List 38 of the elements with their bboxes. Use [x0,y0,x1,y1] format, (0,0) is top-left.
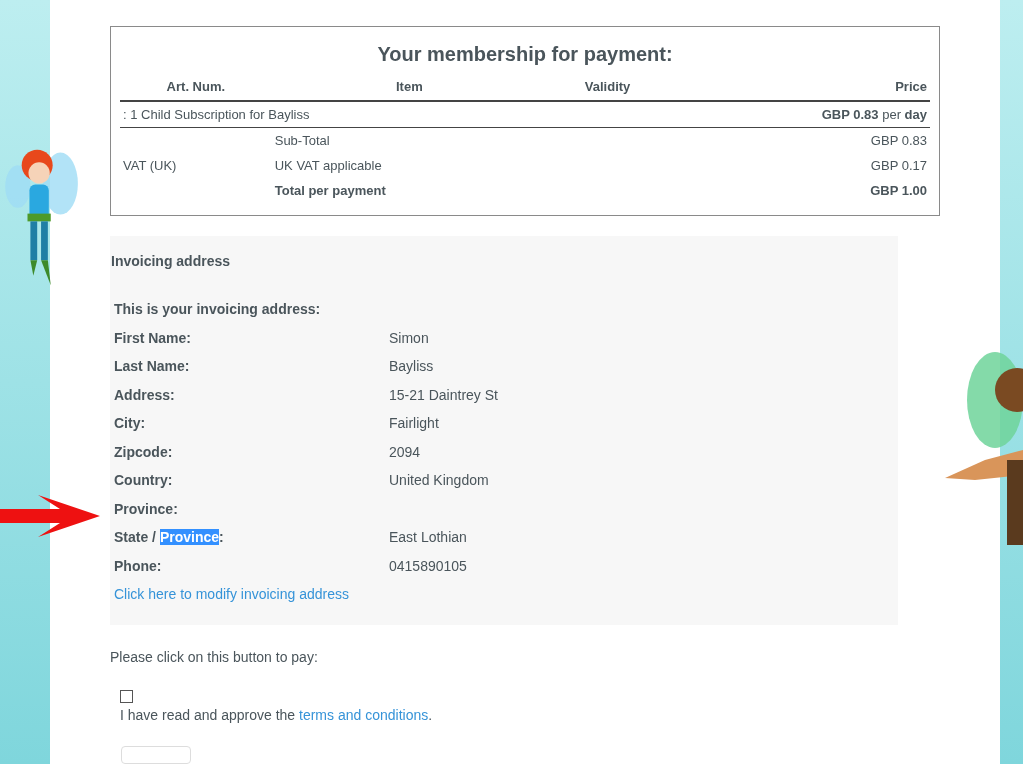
field-value: United Kingdom [389,472,490,489]
field-value: Bayliss [389,358,435,375]
field-value: 15-21 Daintrey St [389,386,499,403]
amount-cell-text: GBP 0.17 [869,157,928,175]
field-value: 2094 [389,443,422,460]
amount-cell-text: GBP 1.00 [869,182,928,200]
terms-text: I have read and approve the terms and conditions. [120,706,434,723]
field-label: Zipcode: [114,443,174,460]
table-cell-text: VAT (UK) [122,157,178,175]
column-header: Item [271,75,547,101]
field-label: State / Province: [114,529,225,546]
column-header: Price [668,75,930,101]
field-label: Address: [114,386,176,403]
terms-checkbox[interactable] [120,689,133,703]
intro-text: This is your invoicing address: [114,301,322,318]
field-value: Simon [389,329,430,346]
field-label: City: [114,415,147,432]
field-label: Last Name: [114,358,191,375]
field-label: Province: [114,500,179,517]
item-cell: : 1 Child Subscription for Bayliss [120,101,669,128]
column-header: Validity [546,75,669,101]
amount-cell: GBP 0.83 [668,127,930,153]
summary-label: Total per payment [273,182,387,200]
field-value: 0415890105 [389,557,468,574]
summary-label: Sub-Total [271,127,547,153]
membership-title: Your membership for payment: [376,43,674,66]
column-header: Art. Num. [120,75,272,101]
field-value: Fairlight [389,415,440,432]
summary-label: UK VAT applicable [273,157,383,175]
field-label: Country: [114,472,174,489]
modify-address-link[interactable]: Click here to modify invoicing address [114,586,349,603]
field-value: East Lothian [389,529,468,546]
field-label: Phone: [114,557,163,574]
pay-prompt: Please click on this button to pay: [110,648,319,665]
section-heading: Invoicing address [111,253,232,269]
price-cell: GBP 0.83 per day [668,101,930,128]
field-label: First Name: [114,329,193,346]
arrow-icon [0,494,100,538]
